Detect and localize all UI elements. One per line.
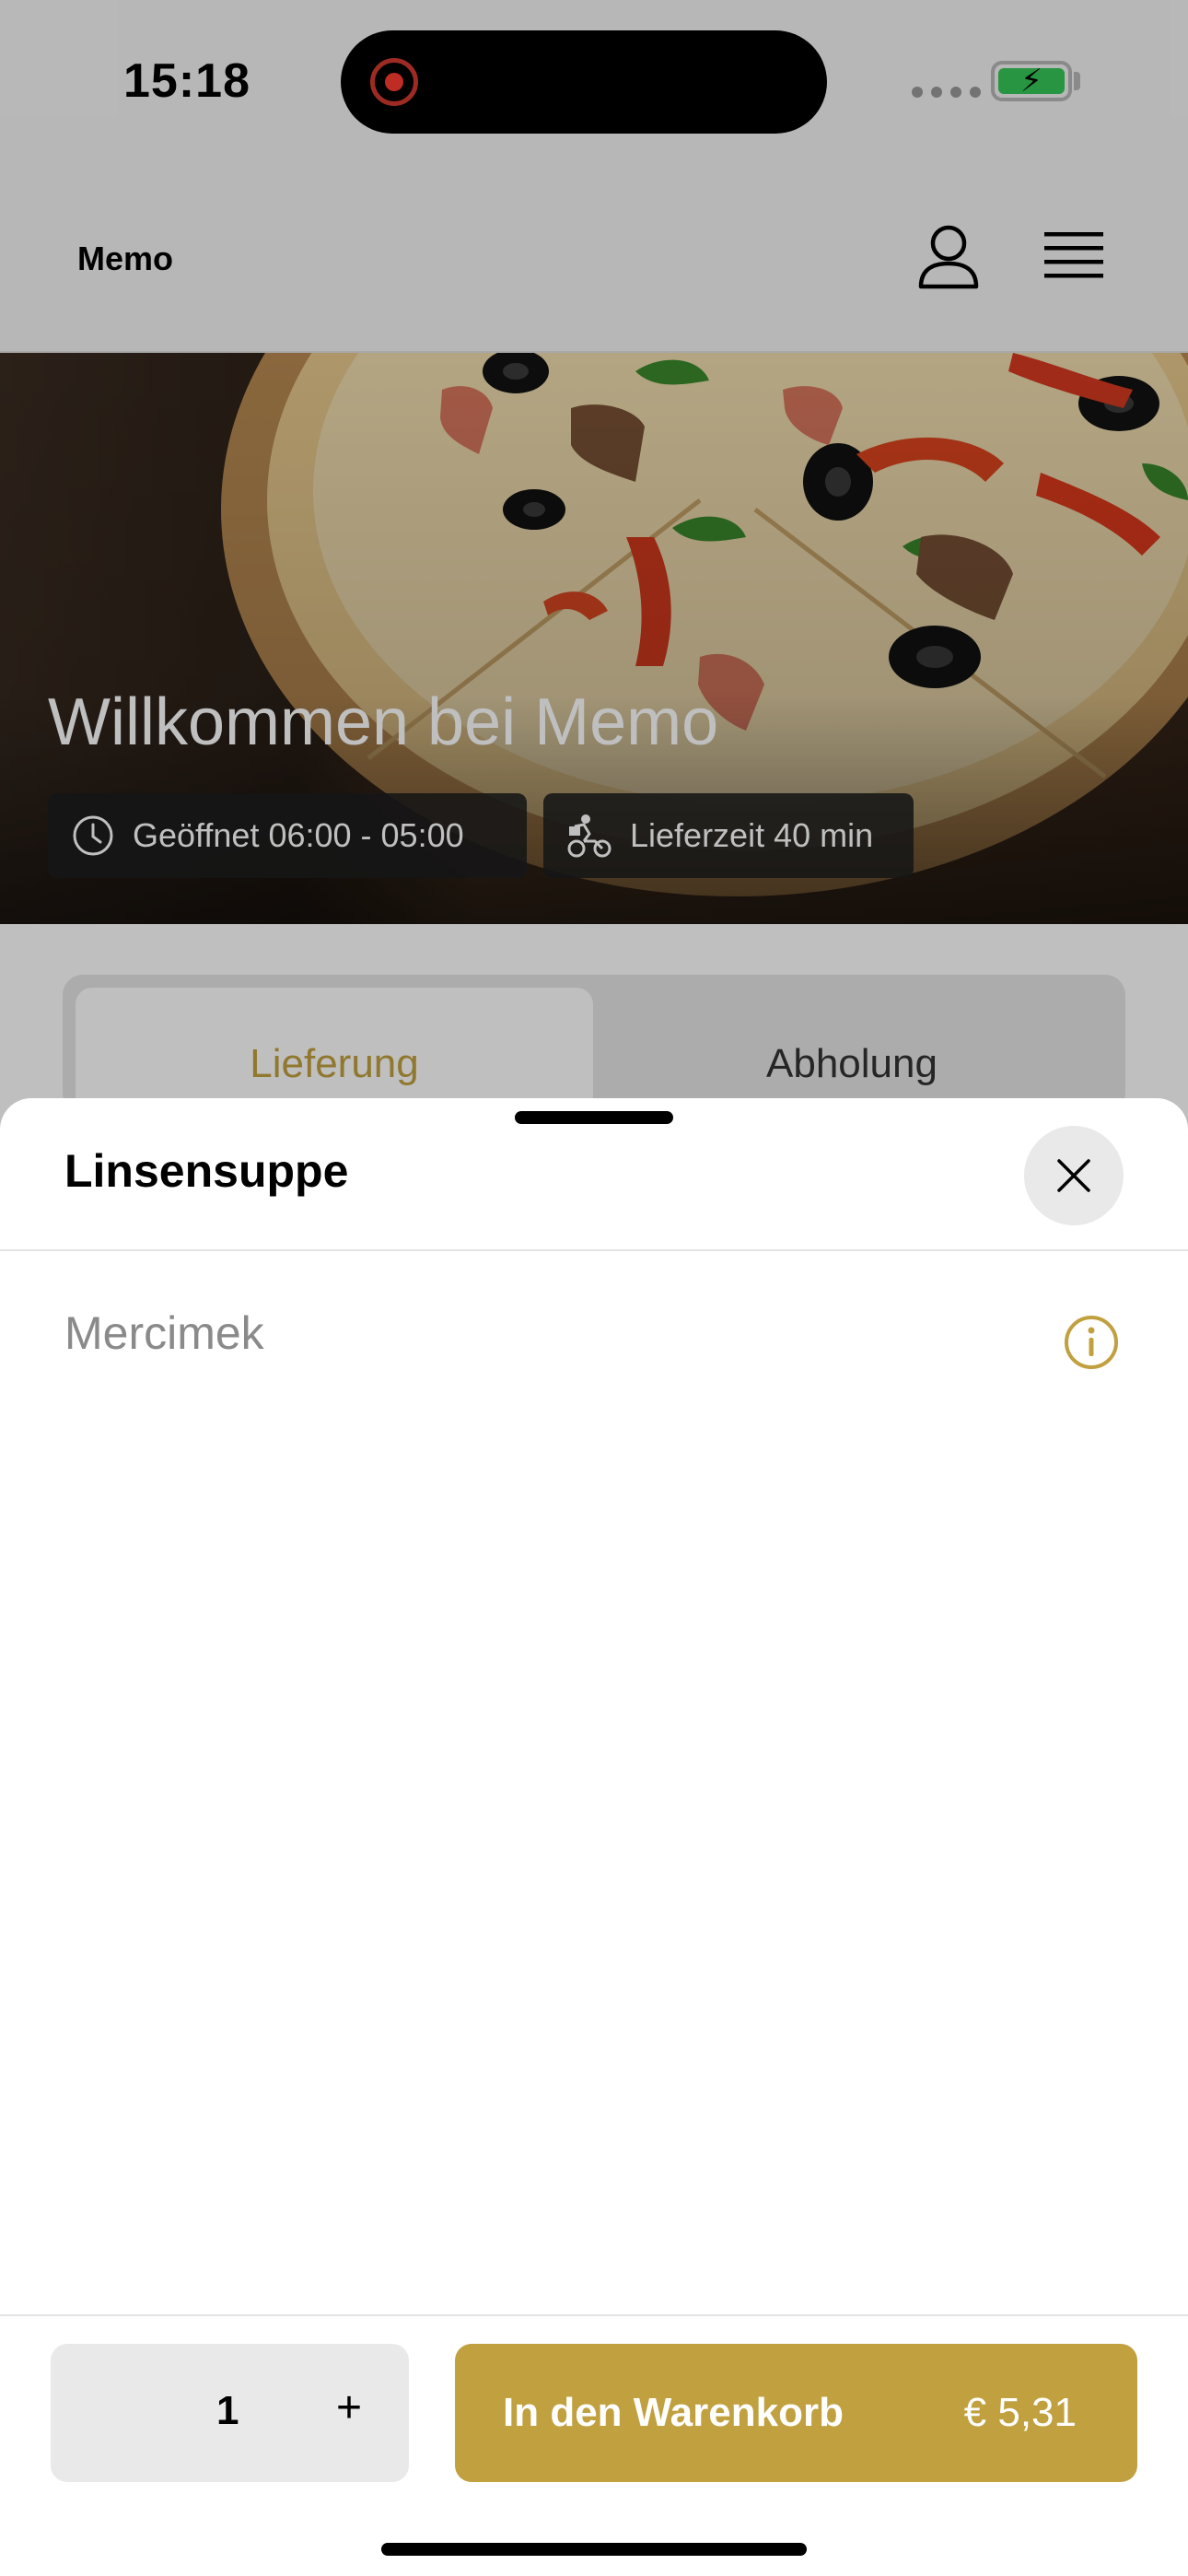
product-bottom-sheet: Linsensuppe Mercimek 1 + In den Warenkor… (0, 1098, 1188, 2576)
info-icon[interactable] (1063, 1314, 1120, 1371)
product-description: Mercimek (64, 1307, 264, 1359)
sheet-grabber[interactable] (515, 1111, 673, 1124)
increment-button[interactable]: + (331, 2383, 367, 2433)
close-icon (1057, 1159, 1090, 1192)
sheet-divider (0, 1249, 1188, 1251)
add-to-cart-button[interactable]: In den Warenkorb € 5,31 (455, 2344, 1137, 2482)
quantity-value: 1 (216, 2388, 239, 2433)
close-button[interactable] (1024, 1126, 1124, 1225)
product-title: Linsensuppe (64, 1145, 349, 1197)
home-indicator[interactable] (381, 2543, 807, 2556)
footer-divider (0, 2314, 1188, 2316)
quantity-stepper: 1 + (51, 2344, 409, 2482)
price-label: € 5,31 (963, 2390, 1077, 2435)
add-to-cart-label: In den Warenkorb (503, 2390, 844, 2435)
